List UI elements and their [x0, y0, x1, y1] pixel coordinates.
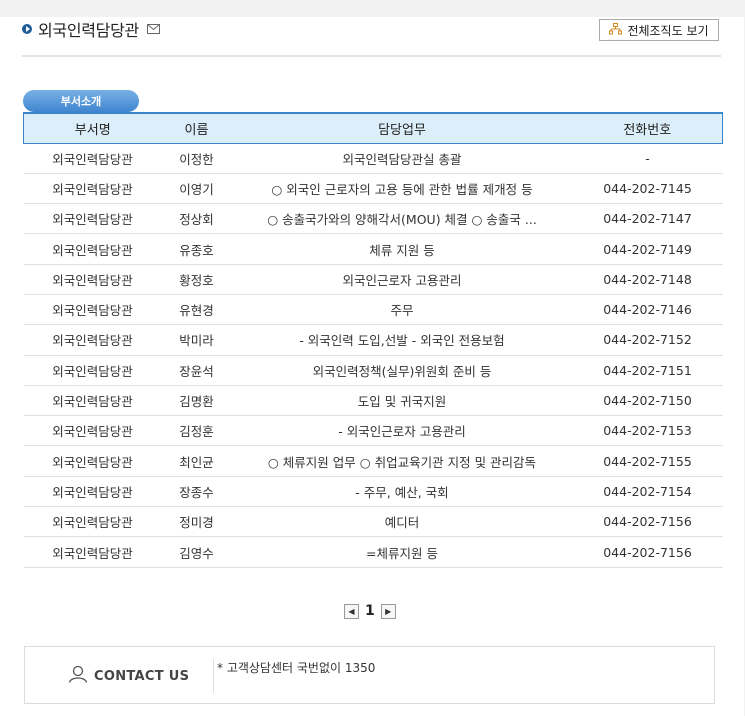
column-header-department: 부서명	[23, 112, 162, 144]
pagination: ◀ 1 ▶	[344, 601, 396, 621]
cell-name: 김명환	[161, 385, 232, 417]
column-header-name: 이름	[161, 112, 232, 144]
table-row: 외국인력담당관 유종호 체류 지원 등 044-202-7149	[23, 233, 723, 265]
header-divider	[22, 55, 721, 57]
next-page-button[interactable]: ▶	[380, 603, 396, 619]
column-header-duty: 담당업무	[231, 112, 573, 144]
cell-phone: 044-202-7156	[572, 536, 723, 568]
cell-name: 김영수	[161, 536, 232, 568]
cell-name: 최인균	[161, 445, 232, 477]
cell-name: 박미라	[161, 324, 232, 356]
mail-icon[interactable]	[146, 22, 161, 36]
table-row: 외국인력담당관 정미경 예디터 044-202-7156	[23, 506, 723, 538]
contact-divider	[213, 659, 214, 693]
cell-phone: 044-202-7146	[572, 294, 723, 326]
cell-department: 외국인력담당관	[23, 445, 162, 477]
cell-duty: - 주무, 예산, 국회	[231, 476, 573, 508]
table-row: 외국인력담당관 김명환 도입 및 귀국지원 044-202-7150	[23, 385, 723, 417]
contact-info: * 고객상담센터 국번없이 1350	[217, 661, 376, 675]
page-header: 외국인력담당관	[22, 17, 161, 41]
cell-department: 외국인력담당관	[23, 324, 162, 356]
org-chart-button[interactable]: 전체조직도 보기	[599, 19, 719, 41]
cell-department: 외국인력담당관	[23, 536, 162, 568]
table-row: 외국인력담당관 유현경 주무 044-202-7146	[23, 294, 723, 326]
cell-phone: 044-202-7155	[572, 445, 723, 477]
cell-duty: 외국인력정책(실무)위원회 준비 등	[231, 355, 573, 386]
prev-page-button[interactable]: ◀	[344, 603, 359, 619]
column-header-phone: 전화번호	[572, 112, 723, 144]
table-row: 외국인력담당관 장종수 - 주무, 예산, 국회 044-202-7154	[23, 476, 723, 508]
cell-duty: =체류지원 등	[231, 536, 573, 568]
cell-duty: - 외국인근로자 고용관리	[231, 415, 573, 447]
contact-us-text: CONTACT US	[94, 668, 190, 684]
cell-duty: 외국인근로자 고용관리	[231, 264, 573, 295]
cell-phone: 044-202-7156	[572, 506, 723, 538]
cell-name: 장윤석	[161, 355, 232, 386]
cell-duty: 외국인력담당관실 총괄	[231, 143, 573, 174]
table-header-row: 부서명 이름 담당업무 전화번호	[23, 112, 723, 144]
org-chart-button-label: 전체조직도 보기	[627, 23, 709, 38]
table-row: 외국인력담당관 정상회 ○ 송출국가와의 양해각서(MOU) 체결 ○ 송출국 ..…	[23, 203, 723, 235]
cell-phone: 044-202-7145	[572, 173, 723, 205]
table-row: 외국인력담당관 최인균 ○ 체류지원 업무 ○ 취업교육기관 지정 및 관리감독 04…	[23, 445, 723, 477]
cell-department: 외국인력담당관	[23, 233, 162, 265]
cell-phone: 044-202-7147	[572, 203, 723, 235]
page-title: 외국인력담당관	[38, 21, 139, 40]
cell-department: 외국인력담당관	[23, 173, 162, 205]
cell-name: 유현경	[161, 294, 232, 326]
table-row: 외국인력담당관 이정한 외국인력담당관실 총괄 -	[23, 143, 723, 174]
cell-department: 외국인력담당관	[23, 506, 162, 538]
cell-department: 외국인력담당관	[23, 355, 162, 386]
cell-duty: 주무	[231, 294, 573, 326]
org-chart-icon	[609, 22, 623, 38]
cell-duty: - 외국인력 도입,선발 - 외국인 전용보험	[231, 324, 573, 356]
cell-name: 정상회	[161, 203, 232, 235]
cell-duty: 체류 지원 등	[231, 233, 573, 265]
cell-name: 장종수	[161, 476, 232, 508]
table-row: 외국인력담당관 이영기 ○ 외국인 근로자의 고용 등에 관한 법률 제개정 등 04…	[23, 173, 723, 205]
cell-phone: 044-202-7150	[572, 385, 723, 417]
cell-name: 이영기	[161, 173, 232, 205]
cell-name: 황정호	[161, 264, 232, 295]
person-icon	[68, 665, 88, 687]
cell-name: 김정훈	[161, 415, 232, 447]
contact-us-label: CONTACT US	[68, 665, 189, 687]
cell-phone: -	[572, 143, 723, 174]
table-row: 외국인력담당관 황정호 외국인근로자 고용관리 044-202-7148	[23, 264, 723, 295]
cell-duty: 도입 및 귀국지원	[231, 385, 573, 417]
cell-phone: 044-202-7153	[572, 415, 723, 447]
cell-duty: 예디터	[231, 506, 573, 538]
cell-duty: ○ 체류지원 업무 ○ 취업교육기관 지정 및 관리감독	[231, 445, 573, 477]
table-row: 외국인력담당관 박미라 - 외국인력 도입,선발 - 외국인 전용보험 044-202…	[23, 324, 723, 356]
table-row: 외국인력담당관 김영수 =체류지원 등 044-202-7156	[23, 536, 723, 568]
cell-phone: 044-202-7154	[572, 476, 723, 508]
table-row: 외국인력담당관 장윤석 외국인력정책(실무)위원회 준비 등 044-202-7151	[23, 355, 723, 386]
cell-phone: 044-202-7152	[572, 324, 723, 356]
cell-name: 유종호	[161, 233, 232, 265]
cell-department: 외국인력담당관	[23, 415, 162, 447]
circle-arrow-icon	[22, 24, 32, 34]
cell-department: 외국인력담당관	[23, 264, 162, 295]
cell-duty: ○ 외국인 근로자의 고용 등에 관한 법률 제개정 등	[231, 173, 573, 205]
cell-phone: 044-202-7151	[572, 355, 723, 386]
cell-department: 외국인력담당관	[23, 294, 162, 326]
cell-phone: 044-202-7148	[572, 264, 723, 295]
cell-department: 외국인력담당관	[23, 143, 162, 174]
cell-duty: ○ 송출국가와의 양해각서(MOU) 체결 ○ 송출국 ...	[231, 203, 573, 235]
cell-phone: 044-202-7149	[572, 233, 723, 265]
cell-department: 외국인력담당관	[23, 476, 162, 508]
cell-department: 외국인력담당관	[23, 203, 162, 235]
table-row: 외국인력담당관 김정훈 - 외국인근로자 고용관리 044-202-7153	[23, 415, 723, 447]
cell-name: 정미경	[161, 506, 232, 538]
staff-table: 부서명 이름 담당업무 전화번호 외국인력담당관 이정한 외국인력담당관실 총괄 - 외…	[23, 112, 723, 568]
tab-department-intro[interactable]: 부서소개	[23, 90, 139, 112]
cell-name: 이정한	[161, 143, 232, 174]
cell-department: 외국인력담당관	[23, 385, 162, 417]
contact-box: CONTACT US * 고객상담센터 국번없이 1350	[24, 646, 715, 704]
current-page[interactable]: 1	[365, 603, 375, 619]
